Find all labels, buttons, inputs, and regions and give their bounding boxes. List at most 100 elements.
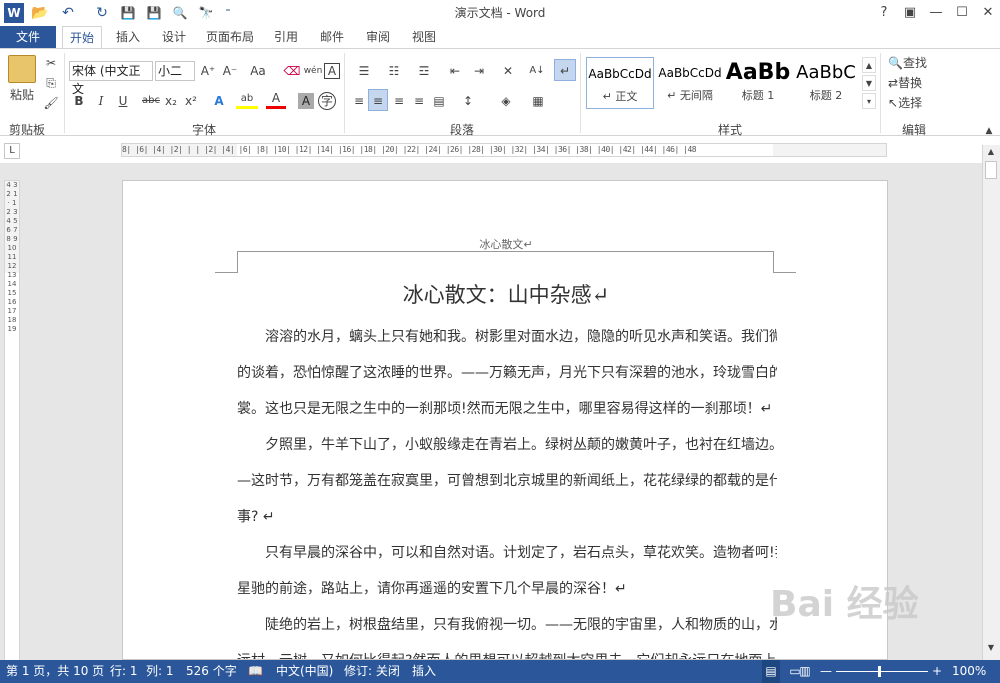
shading-icon[interactable]: ◈	[494, 91, 518, 111]
paragraph-line[interactable]: 夕照里，牛羊下山了，小蚁般缘走在青岩上。绿树丛颠的嫩黄叶子，也衬在红墙边。—	[237, 427, 777, 463]
tab-insert[interactable]: 插入	[108, 26, 148, 48]
ribbon-display-button[interactable]: ▣	[898, 2, 922, 24]
numbering-icon[interactable]: ☷	[380, 61, 408, 81]
multilevel-icon[interactable]: ☲	[410, 61, 438, 81]
line-spacing-icon[interactable]: ↕	[456, 91, 480, 111]
font-size-combo[interactable]: 小二	[155, 61, 195, 81]
style-heading-1[interactable]: AaBb 标题 1	[724, 57, 792, 109]
zoom-slider-track[interactable]	[836, 671, 928, 672]
web-layout-icon[interactable]: ▥	[796, 660, 814, 683]
proofing-icon[interactable]: 📖	[248, 660, 263, 683]
style-normal[interactable]: AaBbCcDd ↵ 正文	[586, 57, 654, 109]
grow-font-icon[interactable]: A⁺	[198, 61, 218, 81]
vertical-ruler[interactable]: 4 3 2 1 · 1 2 3 4 5 6 7 8 9 10 11 12 13 …	[4, 180, 20, 661]
margin-corner	[215, 272, 237, 273]
clear-format-icon[interactable]: ⌫	[282, 61, 302, 81]
style-no-spacing[interactable]: AaBbCcDd ↵ 无间隔	[656, 57, 724, 109]
tab-review[interactable]: 审阅	[358, 26, 398, 48]
highlight-icon[interactable]: ab	[236, 91, 258, 109]
char-border-icon[interactable]: A	[324, 63, 340, 79]
paragraph-line[interactable]: 裳。这也只是无限之生中的一刹那顷!然而无限之生中，哪里容易得这样的一刹那顷！↵	[237, 391, 777, 427]
tab-file[interactable]: 文件	[0, 26, 56, 48]
scroll-up-icon[interactable]: ▲	[985, 147, 997, 159]
text-effects-icon[interactable]: A	[208, 91, 230, 111]
distributed-icon[interactable]: ▤	[430, 91, 448, 111]
scroll-thumb[interactable]	[985, 161, 997, 179]
style-preview: AaBbCcDd	[588, 67, 652, 81]
change-case-icon[interactable]: Aa	[246, 61, 270, 81]
window-title: 演示文档 - Word	[454, 6, 546, 20]
document-title[interactable]: 冰心散文：山中杂感↵	[123, 279, 887, 309]
superscript-button[interactable]: x²	[182, 91, 200, 111]
zoom-in-button[interactable]: +	[932, 660, 942, 683]
status-column[interactable]: 列: 1	[146, 660, 174, 683]
paragraph-line[interactable]: —这时节，万有都笼盖在寂寞里，可曾想到北京城里的新闻纸上，花花绿绿的都载的是什么	[237, 463, 777, 499]
style-heading-2[interactable]: AaBbC 标题 2	[792, 57, 860, 109]
status-word-count[interactable]: 526 个字	[186, 660, 237, 683]
paste-button[interactable]: 粘贴	[6, 85, 38, 105]
status-language[interactable]: 中文(中国)	[276, 660, 333, 683]
help-button[interactable]: ?	[872, 2, 896, 24]
increase-indent-icon[interactable]: ⇥	[468, 61, 490, 81]
shrink-font-icon[interactable]: A⁻	[220, 61, 240, 81]
tab-references[interactable]: 引用	[266, 26, 306, 48]
enclose-char-icon[interactable]: 字	[318, 92, 336, 110]
subscript-button[interactable]: x₂	[162, 91, 180, 111]
page-header[interactable]: 冰心散文↵	[123, 236, 887, 252]
zoom-slider-thumb[interactable]	[878, 666, 881, 677]
font-color-icon[interactable]: A	[266, 91, 286, 109]
align-center-icon[interactable]: ≡	[368, 89, 388, 111]
find-button[interactable]: 🔍查找	[888, 53, 948, 73]
paragraph-line[interactable]: 只有早晨的深谷中，可以和自然对语。计划定了，岩石点头，草花欢笑。造物者呵!我们	[237, 535, 777, 571]
styles-scroll-up-icon[interactable]: ▲	[862, 57, 876, 73]
font-name-combo[interactable]: 宋体 (中文正文	[69, 61, 153, 96]
replace-button[interactable]: ⇄替换	[888, 73, 948, 93]
format-painter-icon[interactable]: 🖌	[42, 93, 60, 113]
status-insert-mode[interactable]: 插入	[412, 660, 436, 683]
bold-button[interactable]: B	[70, 91, 88, 111]
paragraph-line[interactable]: 陡绝的岩上，树根盘结里，只有我俯视一切。——无限的宇宙里，人和物质的山，水，	[237, 607, 777, 643]
char-shading-icon[interactable]: A	[298, 93, 314, 109]
zoom-level[interactable]: 100%	[952, 660, 986, 683]
bullets-icon[interactable]: ☰	[350, 61, 378, 81]
zoom-out-button[interactable]: —	[820, 660, 832, 683]
tab-selector[interactable]: L	[4, 143, 20, 159]
phonetic-guide-icon[interactable]: wén	[302, 61, 324, 81]
paragraph-line[interactable]: 远村，云树，又如何比得起?然而人的思想可以超越到太空里去，它们却永远只在地面上	[237, 643, 777, 659]
tab-design[interactable]: 设计	[154, 26, 194, 48]
close-button[interactable]: ✕	[976, 2, 1000, 24]
paragraph-line[interactable]: 星驰的前途，路站上，请你再遥遥的安置下几个早晨的深谷！↵	[237, 571, 777, 607]
tab-layout[interactable]: 页面布局	[200, 26, 260, 48]
paragraph-line[interactable]: 溶溶的水月，螭头上只有她和我。树影里对面水边，隐隐的听见水声和笑语。我们微微	[237, 319, 777, 355]
paragraph-line[interactable]: 的谈着，恐怕惊醒了这浓睡的世界。——万籁无声，月光下只有深碧的池水，玲珑雪白的衣	[237, 355, 777, 391]
tab-view[interactable]: 视图	[404, 26, 444, 48]
strikethrough-button[interactable]: abc	[140, 91, 162, 111]
status-track-changes[interactable]: 修订: 关闭	[344, 660, 400, 683]
underline-button[interactable]: U	[112, 91, 134, 111]
align-left-icon[interactable]: ≡	[350, 91, 368, 111]
styles-more-icon[interactable]: ▾	[862, 93, 876, 109]
decrease-indent-icon[interactable]: ⇤	[444, 61, 466, 81]
sort-icon[interactable]: A↓	[526, 61, 548, 81]
status-page[interactable]: 第 1 页，共 10 页	[6, 660, 104, 683]
asian-layout-icon[interactable]: ✕	[494, 61, 522, 81]
paragraph-line[interactable]: 事? ↵	[237, 499, 777, 535]
replace-label: 替换	[898, 76, 923, 90]
show-marks-icon[interactable]: ↵	[554, 59, 576, 81]
horizontal-ruler[interactable]: 8| |6| |4| |2| | | |2| |4| |6| |8| |10| …	[121, 143, 887, 157]
tab-mailings[interactable]: 邮件	[312, 26, 352, 48]
cut-icon[interactable]: ✂	[42, 53, 60, 73]
italic-button[interactable]: I	[92, 91, 110, 111]
read-mode-icon[interactable]: ▤	[762, 660, 780, 683]
minimize-button[interactable]: —	[924, 2, 948, 24]
borders-icon[interactable]: ▦	[526, 91, 550, 111]
styles-scroll-down-icon[interactable]: ▼	[862, 75, 876, 91]
status-line[interactable]: 行: 1	[110, 660, 138, 683]
tab-home[interactable]: 开始	[62, 26, 102, 48]
maximize-button[interactable]: ☐	[950, 2, 974, 24]
copy-icon[interactable]: ⎘	[42, 73, 60, 93]
select-button[interactable]: ↖选择	[888, 93, 948, 113]
justify-icon[interactable]: ≡	[410, 91, 428, 111]
paste-icon[interactable]	[8, 55, 36, 83]
align-right-icon[interactable]: ≡	[390, 91, 408, 111]
